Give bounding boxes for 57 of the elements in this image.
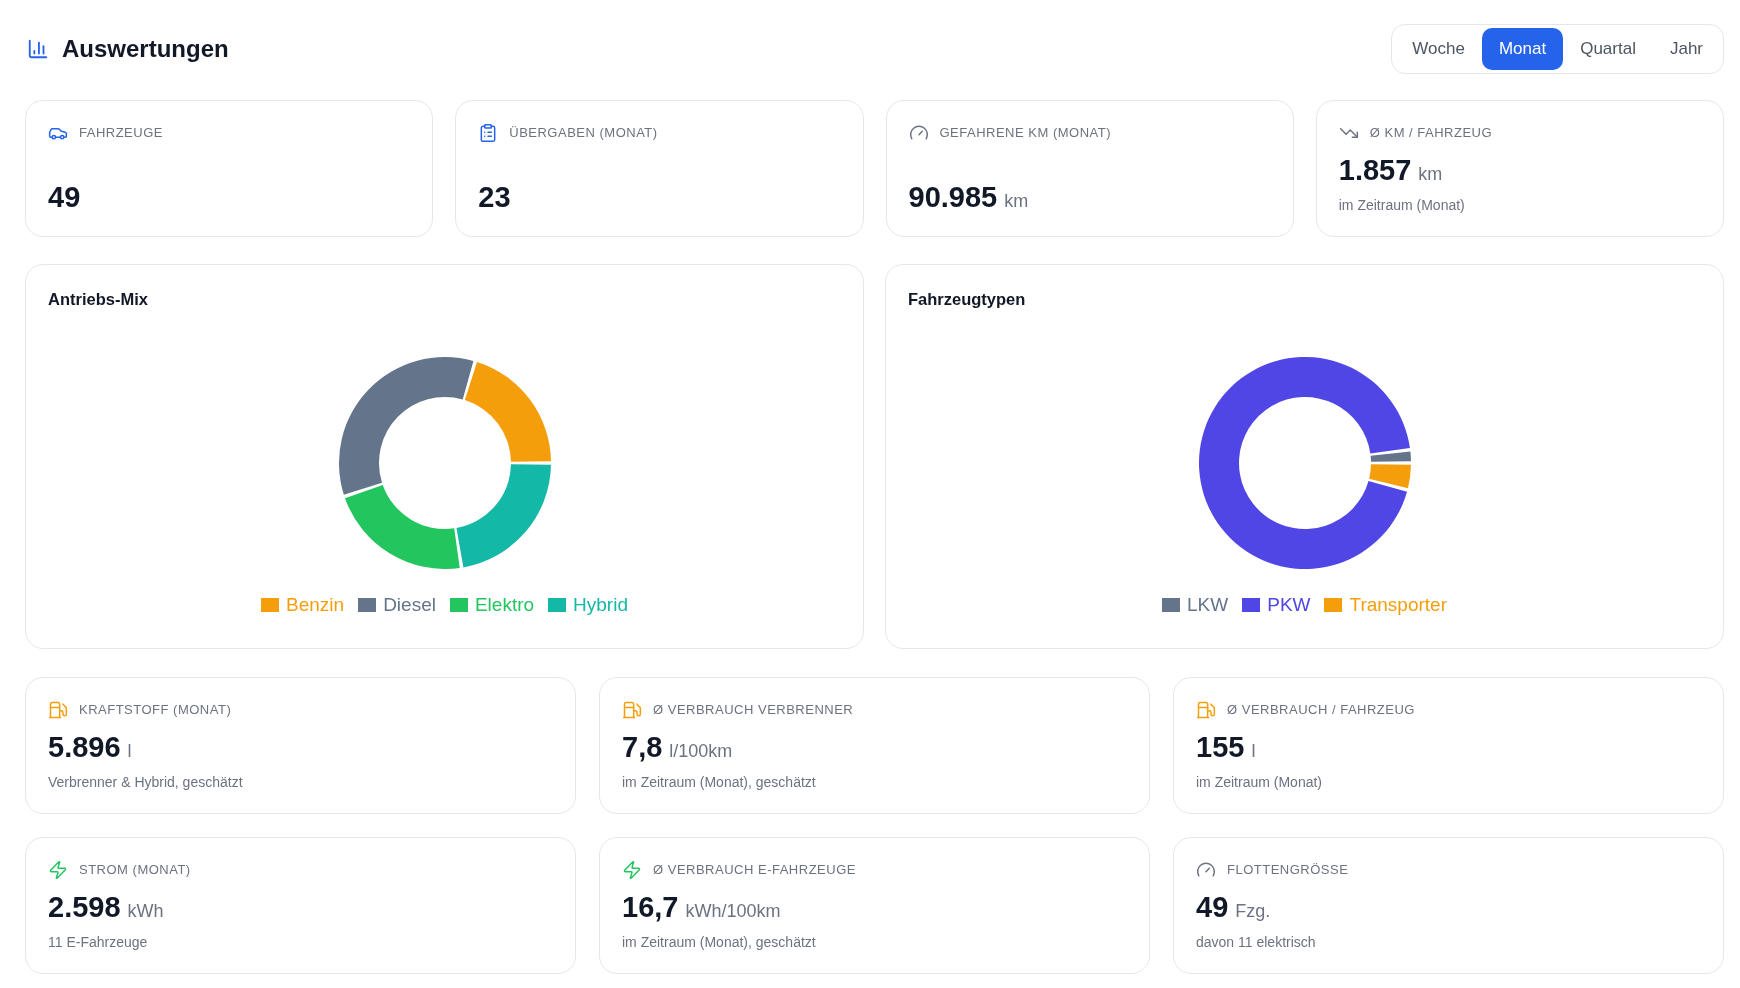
chart-title: Antriebs-Mix <box>48 289 148 310</box>
bar-chart-icon <box>27 37 49 60</box>
lightning-icon <box>622 860 642 880</box>
chart-title: Fahrzeugtypen <box>908 289 1026 310</box>
card-label: Ø KM / FAHRZEUG <box>1369 124 1493 142</box>
card-unit: kWh/100km <box>685 900 781 922</box>
card-unit: km <box>1418 163 1443 185</box>
card-note: im Zeitraum (Monat) <box>1338 196 1465 214</box>
period-tab[interactable]: Monat <box>1481 27 1564 70</box>
card-unit: km <box>1004 190 1029 212</box>
card-value: 49 <box>1196 890 1229 924</box>
fuel-pump-icon <box>1196 700 1216 720</box>
fuel-pump-icon <box>622 700 642 720</box>
card-unit: l/100km <box>669 740 733 762</box>
card-label: Ø VERBRAUCH E-FAHRZEUGE <box>653 861 856 879</box>
card-note: im Zeitraum (Monat), geschätzt <box>622 773 816 791</box>
card-note: im Zeitraum (Monat), geschätzt <box>622 933 816 951</box>
card-value: 2.598 <box>48 890 121 924</box>
card-label: STROM (MONAT) <box>79 861 191 879</box>
card-note: Verbrenner & Hybrid, geschätzt <box>48 773 243 791</box>
legend-label: Elektro <box>474 593 535 617</box>
card-label: KRAFTSTOFF (MONAT) <box>79 701 232 719</box>
card-unit: l <box>1251 740 1256 762</box>
legend-label: Transporter <box>1349 593 1447 617</box>
card-label: Ø VERBRAUCH / FAHRZEUG <box>1227 701 1415 719</box>
card-note: 11 E-Fahrzeuge <box>48 933 148 951</box>
legend-label: Diesel <box>383 593 436 617</box>
gauge-icon <box>1196 860 1216 880</box>
card-value: 1.857 <box>1338 153 1412 187</box>
card-value: 155 <box>1196 730 1245 764</box>
card-unit: l <box>127 740 132 762</box>
card-value: 49 <box>48 180 81 214</box>
card-value: 23 <box>478 180 511 214</box>
card-value: 90.985 <box>908 180 998 214</box>
period-tab[interactable]: Quartal <box>1563 27 1653 70</box>
lightning-icon <box>48 860 68 880</box>
card-label: ÜBERGABEN (MONAT) <box>509 124 658 142</box>
period-tab[interactable]: Jahr <box>1652 27 1720 70</box>
page-title: Auswertungen <box>62 33 229 64</box>
legend-label: LKW <box>1187 593 1229 617</box>
period-tab[interactable]: Woche <box>1395 27 1482 70</box>
card-unit: kWh <box>127 900 164 922</box>
card-label: FLOTTENGRÖSSE <box>1227 861 1349 879</box>
card-note: davon 11 elektrisch <box>1196 933 1316 951</box>
card-label: FAHRZEUGE <box>79 124 163 142</box>
card-value: 16,7 <box>622 890 679 924</box>
card-label: Ø VERBRAUCH VERBRENNER <box>653 701 854 719</box>
card-label: GEFAHRENE KM (MONAT) <box>939 124 1112 142</box>
gauge-icon <box>908 123 929 143</box>
card-unit: Fzg. <box>1235 900 1271 922</box>
legend-label: Benzin <box>286 593 345 617</box>
legend-label: PKW <box>1267 593 1311 617</box>
fuel-pump-icon <box>48 700 68 720</box>
card-note: im Zeitraum (Monat) <box>1196 773 1323 791</box>
card-value: 7,8 <box>622 730 663 764</box>
card-value: 5.896 <box>48 730 121 764</box>
legend-label: Hybrid <box>573 593 628 617</box>
